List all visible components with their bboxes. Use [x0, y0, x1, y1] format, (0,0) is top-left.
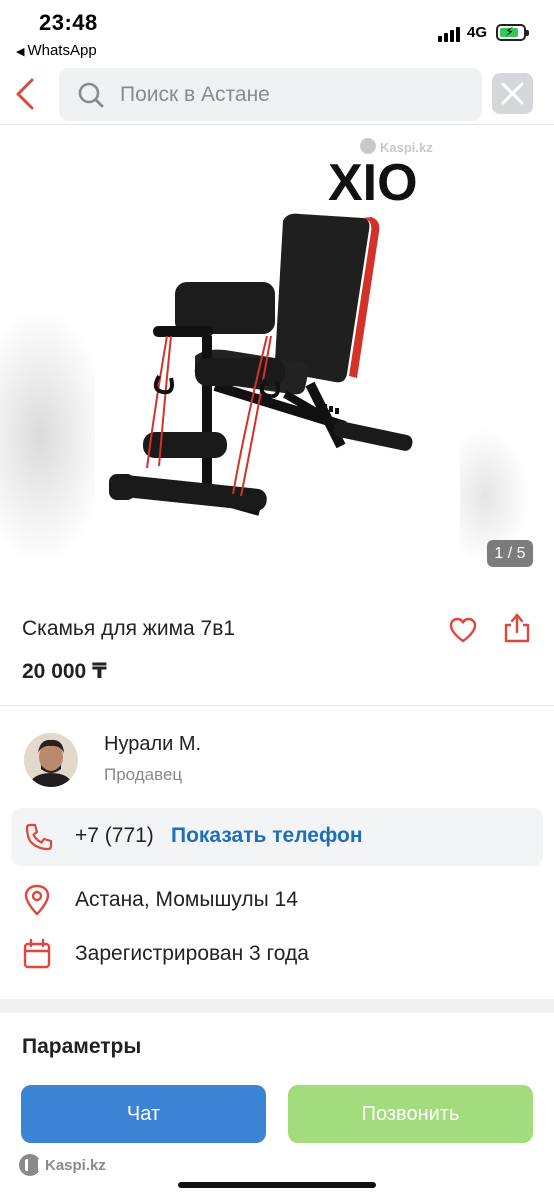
back-to-app-link[interactable]: ◀ WhatsApp: [16, 42, 97, 59]
parameters-heading[interactable]: Параметры: [22, 1035, 141, 1059]
product-price: 20 000 ₸: [22, 660, 107, 683]
back-button[interactable]: [12, 74, 42, 114]
product-gallery[interactable]: Kaspi.kz XIO 1 / 5: [0, 126, 554, 594]
back-arrow-icon: [16, 78, 34, 110]
phone-icon: [25, 823, 53, 851]
signal-icon: [438, 26, 462, 42]
status-bar: 23:48 ◀ WhatsApp 4G ⚡: [0, 0, 554, 62]
phone-prefix: +7 (771): [75, 824, 154, 847]
kaspi-watermark-footer: Kaspi.kz: [19, 1153, 106, 1177]
show-phone-link[interactable]: Показать телефон: [171, 824, 363, 848]
search-input[interactable]: Поиск в Астане: [59, 68, 482, 121]
close-icon: [501, 82, 524, 105]
seller-role: Продавец: [104, 765, 183, 784]
chat-button[interactable]: Чат: [21, 1085, 266, 1143]
seller-avatar[interactable]: [24, 733, 78, 787]
image-counter: 1 / 5: [487, 540, 533, 567]
kaspi-logo-icon: [19, 1154, 41, 1176]
section-separator: [0, 999, 554, 1013]
network-type: 4G: [467, 24, 488, 41]
calendar-icon: [23, 938, 51, 969]
home-indicator[interactable]: [178, 1182, 376, 1188]
brand-logo: XIO: [328, 154, 418, 212]
avatar-image: [24, 733, 78, 787]
share-icon[interactable]: [502, 612, 532, 644]
svg-text:Kaspi.kz: Kaspi.kz: [380, 140, 433, 155]
address-row[interactable]: Астана, Момышулы 14: [22, 880, 532, 920]
back-triangle-icon: ◀: [16, 46, 25, 58]
close-search-button[interactable]: [492, 73, 533, 114]
product-image[interactable]: Kaspi.kz XIO: [95, 126, 460, 594]
product-title: Скамья для жима 7в1: [22, 617, 236, 640]
location-pin-icon: [24, 884, 50, 916]
status-time: 23:48: [39, 10, 98, 35]
weight-bench-image: Kaspi.kz XIO: [109, 138, 433, 516]
search-placeholder: Поиск в Астане: [120, 83, 270, 106]
kaspi-watermark: Kaspi.kz: [360, 138, 433, 155]
heart-icon[interactable]: [448, 616, 478, 644]
back-app-label: WhatsApp: [27, 42, 97, 59]
address-text: Астана, Момышулы 14: [75, 888, 298, 911]
divider: [0, 705, 554, 706]
search-icon: [78, 82, 104, 108]
search-header: Поиск в Астане: [0, 62, 554, 125]
battery-charging-icon: ⚡: [496, 24, 529, 41]
seller-name[interactable]: Нурали М.: [104, 733, 201, 756]
phone-row[interactable]: +7 (771) Показать телефон: [11, 808, 543, 866]
registered-text: Зарегистрирован 3 года: [75, 942, 309, 965]
call-button[interactable]: Позвонить: [288, 1085, 533, 1143]
kaspi-brand-text: Kaspi.kz: [45, 1156, 106, 1174]
registered-row: Зарегистрирован 3 года: [22, 934, 532, 974]
